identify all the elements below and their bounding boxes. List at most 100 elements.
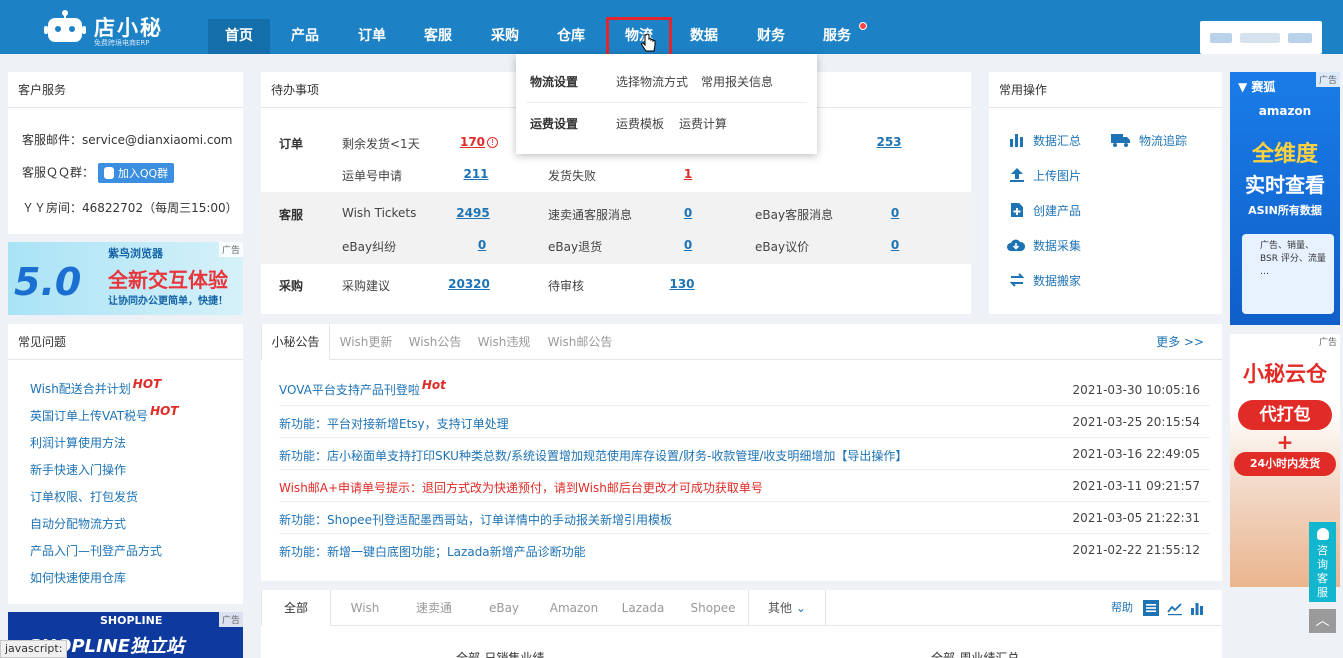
todo-item-value[interactable]: 0 xyxy=(870,238,920,252)
tab-xiaomi-notice[interactable]: 小秘公告 xyxy=(261,324,330,360)
faq-item[interactable]: Wish配送合并计划 HOT xyxy=(30,377,161,397)
faq-item[interactable]: 利润计算使用方法 xyxy=(30,434,126,451)
notice-item[interactable]: 新功能：平台对接新增Etsy，支持订单处理 xyxy=(279,415,509,432)
todo-item-value[interactable]: 0 xyxy=(663,238,713,252)
tab-ebay[interactable]: eBay xyxy=(474,590,534,626)
todo-item-value[interactable]: 0 xyxy=(870,206,920,220)
consult-service-button[interactable]: 咨询客服 xyxy=(1309,522,1336,602)
tab-lazada[interactable]: Lazada xyxy=(613,590,673,626)
blurred-username xyxy=(1210,33,1232,43)
faq-item[interactable]: 新手快速入门操作 xyxy=(30,461,126,478)
ad-tag[interactable]: 广告 xyxy=(1315,334,1340,349)
faq-item-label[interactable]: Wish配送合并计划 xyxy=(30,382,131,396)
nav-finance[interactable]: 财务 xyxy=(740,19,802,54)
op-data-migration[interactable]: 数据搬家 xyxy=(1009,272,1081,289)
user-account-box[interactable] xyxy=(1200,21,1322,54)
tab-wish-post-notice[interactable]: Wish邮公告 xyxy=(540,324,620,360)
todo-value-link[interactable]: 0 xyxy=(891,206,899,220)
logo[interactable]: 店小秘 免费跨境电商ERP xyxy=(44,6,204,48)
todo-item-value[interactable]: 130 xyxy=(657,277,707,291)
todo-item-value[interactable]: 170! xyxy=(454,135,504,149)
op-label[interactable]: 上传图片 xyxy=(1033,169,1081,183)
nav-home[interactable]: 首页 xyxy=(208,19,270,54)
tab-wish-notice[interactable]: Wish公告 xyxy=(402,324,468,360)
back-to-top-button[interactable]: ︿ xyxy=(1309,609,1336,633)
tab-wish[interactable]: Wish xyxy=(335,590,395,626)
ad-tag[interactable]: 广告 xyxy=(1315,72,1340,87)
nav-logistics[interactable]: 物流 xyxy=(606,17,672,59)
tab-shopee[interactable]: Shopee xyxy=(682,590,744,626)
faq-item[interactable]: 英国订单上传VAT税号 HOT xyxy=(30,404,179,424)
menu-freight-calculator[interactable]: 运费计算 xyxy=(679,115,727,132)
todo-item-value[interactable]: 0 xyxy=(457,238,507,252)
faq-item[interactable]: 如何快速使用仓库 xyxy=(30,569,126,586)
op-logistics-tracking[interactable]: 物流追踪 xyxy=(1111,132,1187,149)
todo-item-value[interactable]: 2495 xyxy=(448,206,498,220)
faq-item[interactable]: 自动分配物流方式 xyxy=(30,515,126,532)
notice-item[interactable]: Wish邮A+申请单号提示：退回方式改为快递预付，请到Wish邮后台更改才可成功… xyxy=(279,479,763,496)
nav-data[interactable]: 数据 xyxy=(673,19,735,54)
notice-item[interactable]: 新功能：店小秘面单支持打印SKU种类总数/系统设置增加规范使用库存设置/财务-收… xyxy=(279,447,907,464)
todo-value-link[interactable]: 0 xyxy=(684,206,692,220)
todo-value-link[interactable]: 253 xyxy=(876,135,901,149)
join-qq-button[interactable]: 加入QQ群 xyxy=(97,163,175,183)
todo-value-link[interactable]: 2495 xyxy=(456,206,489,220)
op-data-collection[interactable]: 数据采集 xyxy=(1007,237,1081,254)
menu-select-shipping-method[interactable]: 选择物流方式 xyxy=(616,73,688,90)
todo-value-link[interactable]: 211 xyxy=(463,167,488,181)
todo-item-value[interactable]: 20320 xyxy=(444,277,494,291)
nav-warehouse[interactable]: 仓库 xyxy=(540,19,602,54)
todo-item-value[interactable]: 0 xyxy=(663,206,713,220)
menu-customs-info[interactable]: 常用报关信息 xyxy=(701,73,773,90)
faq-item[interactable]: 产品入门—刊登产品方式 xyxy=(30,542,162,559)
tab-wish-update[interactable]: Wish更新 xyxy=(333,324,399,360)
menu-freight-template[interactable]: 运费模板 xyxy=(616,115,664,132)
ad-amazon-data-banner[interactable]: 广告 ▼ 赛狐 amazon 全维度 实时查看 ASIN所有数据 广告、销量、B… xyxy=(1230,72,1340,325)
op-data-summary[interactable]: 数据汇总 xyxy=(1009,132,1081,149)
nav-customer-service[interactable]: 客服 xyxy=(407,19,469,54)
line-chart-icon[interactable] xyxy=(1167,600,1183,616)
tab-other-dropdown[interactable]: 其他 ⌄ xyxy=(748,590,826,626)
todo-item-name: 待审核 xyxy=(548,279,585,293)
tab-aliexpress[interactable]: 速卖通 xyxy=(404,590,464,626)
nav-products[interactable]: 产品 xyxy=(274,19,336,54)
list-view-icon[interactable] xyxy=(1143,600,1159,616)
op-label[interactable]: 数据搬家 xyxy=(1033,274,1081,288)
tab-wish-violation[interactable]: Wish违规 xyxy=(471,324,537,360)
top-navbar: 店小秘 免费跨境电商ERP 首页 产品 订单 客服 采购 仓库 物流 数据 财务… xyxy=(0,0,1343,59)
notice-text[interactable]: VOVA平台支持产品刊登啦 xyxy=(279,383,420,397)
notice-item[interactable]: 新功能：新增一键白底图功能；Lazada新增产品诊断功能 xyxy=(279,543,586,560)
todo-value-link[interactable]: 20320 xyxy=(448,277,490,291)
help-link[interactable]: 帮助 xyxy=(1111,590,1133,626)
todo-value-link[interactable]: 130 xyxy=(669,277,694,291)
op-create-product[interactable]: 创建产品 xyxy=(1009,202,1081,219)
ad-tag[interactable]: 广告 xyxy=(218,612,243,627)
op-label[interactable]: 数据采集 xyxy=(1033,239,1081,253)
tab-all[interactable]: 全部 xyxy=(261,590,331,626)
ad-tag[interactable]: 广告 xyxy=(218,242,243,257)
todo-item-value[interactable]: 253 xyxy=(864,135,914,149)
op-upload-image[interactable]: 上传图片 xyxy=(1009,167,1081,184)
faq-item-label[interactable]: 英国订单上传VAT税号 xyxy=(30,409,148,423)
tab-other-label[interactable]: 其他 xyxy=(768,601,792,615)
op-label[interactable]: 物流追踪 xyxy=(1139,134,1187,148)
consult-label[interactable]: 咨询客服 xyxy=(1317,544,1329,600)
todo-value-link[interactable]: 0 xyxy=(891,238,899,252)
todo-item-value[interactable]: 1 xyxy=(663,167,713,181)
op-label[interactable]: 创建产品 xyxy=(1033,204,1081,218)
faq-item[interactable]: 订单权限、打包发货 xyxy=(30,488,138,505)
op-label[interactable]: 数据汇总 xyxy=(1033,134,1081,148)
nav-purchase[interactable]: 采购 xyxy=(474,19,536,54)
tab-amazon[interactable]: Amazon xyxy=(543,590,605,626)
todo-value-link[interactable]: 170 xyxy=(460,135,485,149)
notice-item[interactable]: VOVA平台支持产品刊登啦 Hot xyxy=(279,378,446,398)
ad-browser-banner[interactable]: 广告 紫鸟浏览器 5.0 全新交互体验 让协同办公更简单，快捷！ xyxy=(8,242,243,315)
todo-item-value[interactable]: 211 xyxy=(451,167,501,181)
bar-chart-icon[interactable] xyxy=(1189,600,1205,616)
more-link[interactable]: 更多 >> xyxy=(1156,324,1204,360)
todo-value-link[interactable]: 1 xyxy=(684,167,692,181)
todo-value-link[interactable]: 0 xyxy=(684,238,692,252)
todo-value-link[interactable]: 0 xyxy=(478,238,486,252)
notice-item[interactable]: 新功能：Shopee刊登适配墨西哥站，订单详情中的手动报关新增引用模板 xyxy=(279,511,672,528)
nav-orders[interactable]: 订单 xyxy=(341,19,403,54)
